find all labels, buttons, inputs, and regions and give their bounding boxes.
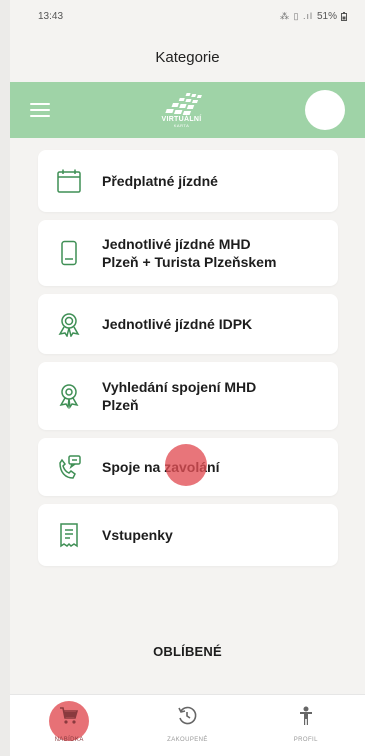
status-right: ⁂ ▯ .ıl 51% bbox=[280, 11, 347, 22]
category-single-fare-idpk[interactable]: Jednotlivé jízdné IDPK bbox=[38, 294, 338, 354]
nav-label: ZAKOUPENÉ bbox=[167, 737, 208, 743]
nav-offer[interactable]: NABÍDKA bbox=[29, 701, 109, 743]
category-tickets[interactable]: Vstupenky bbox=[38, 504, 338, 566]
receipt-icon bbox=[56, 522, 82, 548]
category-label: Vyhledání spojení MHD Plzeň bbox=[102, 379, 257, 413]
badge-icon bbox=[56, 311, 82, 337]
category-label: Předplatné jízdné bbox=[102, 173, 218, 189]
calendar-icon bbox=[56, 168, 82, 194]
category-label: Jednotlivé jízdné IDPK bbox=[102, 316, 253, 332]
logo-mark bbox=[164, 93, 202, 115]
ticket-card-icon bbox=[56, 240, 82, 266]
app-header: VIRTUÁLNÍ KARTA bbox=[10, 82, 365, 138]
nav-label: NABÍDKA bbox=[54, 737, 84, 743]
category-label: Spoje na zavolání bbox=[102, 459, 220, 475]
route-search-icon bbox=[56, 383, 82, 409]
battery-level: 51% bbox=[316, 10, 337, 22]
favorites-heading: OBLÍBENÉ bbox=[153, 644, 222, 659]
hamburger-menu-icon[interactable] bbox=[30, 103, 50, 117]
logo-subtext: KARTA bbox=[173, 123, 190, 128]
battery-icon bbox=[341, 11, 347, 21]
history-icon bbox=[177, 705, 197, 727]
cart-icon bbox=[59, 705, 79, 727]
person-icon bbox=[298, 705, 314, 727]
page-title: Kategorie bbox=[155, 48, 220, 66]
status-icons: ⁂ ▯ .ıl bbox=[280, 10, 313, 21]
bottom-navigation: NABÍDKA ZAKOUPENÉ PROFIL bbox=[10, 694, 365, 756]
phone-screen: 13:43 ⁂ ▯ .ıl 51% Kategorie VIRTUÁLNÍ KA… bbox=[10, 0, 365, 756]
category-connection-search[interactable]: Vyhledání spojení MHD Plzeň bbox=[38, 362, 338, 430]
status-bar: 13:43 ⁂ ▯ .ıl 51% bbox=[10, 0, 365, 32]
category-single-fare-mhd[interactable]: Jednotlivé jízdné MHD Plzeň + Turista Pl… bbox=[38, 220, 338, 286]
category-label: Jednotlivé jízdné MHD Plzeň + Turista Pl… bbox=[102, 236, 277, 270]
category-on-call-service[interactable]: Spoje na zavolání bbox=[38, 438, 338, 496]
nav-purchased[interactable]: ZAKOUPENÉ bbox=[147, 705, 227, 743]
category-label: Vstupenky bbox=[102, 527, 173, 543]
phone-chat-icon bbox=[56, 454, 82, 480]
app-logo: VIRTUÁLNÍ KARTA bbox=[157, 92, 207, 128]
logo-text: VIRTUÁLNÍ bbox=[161, 116, 202, 123]
nav-label: PROFIL bbox=[293, 737, 318, 743]
avatar[interactable] bbox=[305, 90, 345, 130]
nav-profile[interactable]: PROFIL bbox=[266, 705, 346, 743]
category-prepaid-fare[interactable]: Předplatné jízdné bbox=[38, 150, 338, 212]
status-time: 13:43 bbox=[38, 10, 64, 22]
